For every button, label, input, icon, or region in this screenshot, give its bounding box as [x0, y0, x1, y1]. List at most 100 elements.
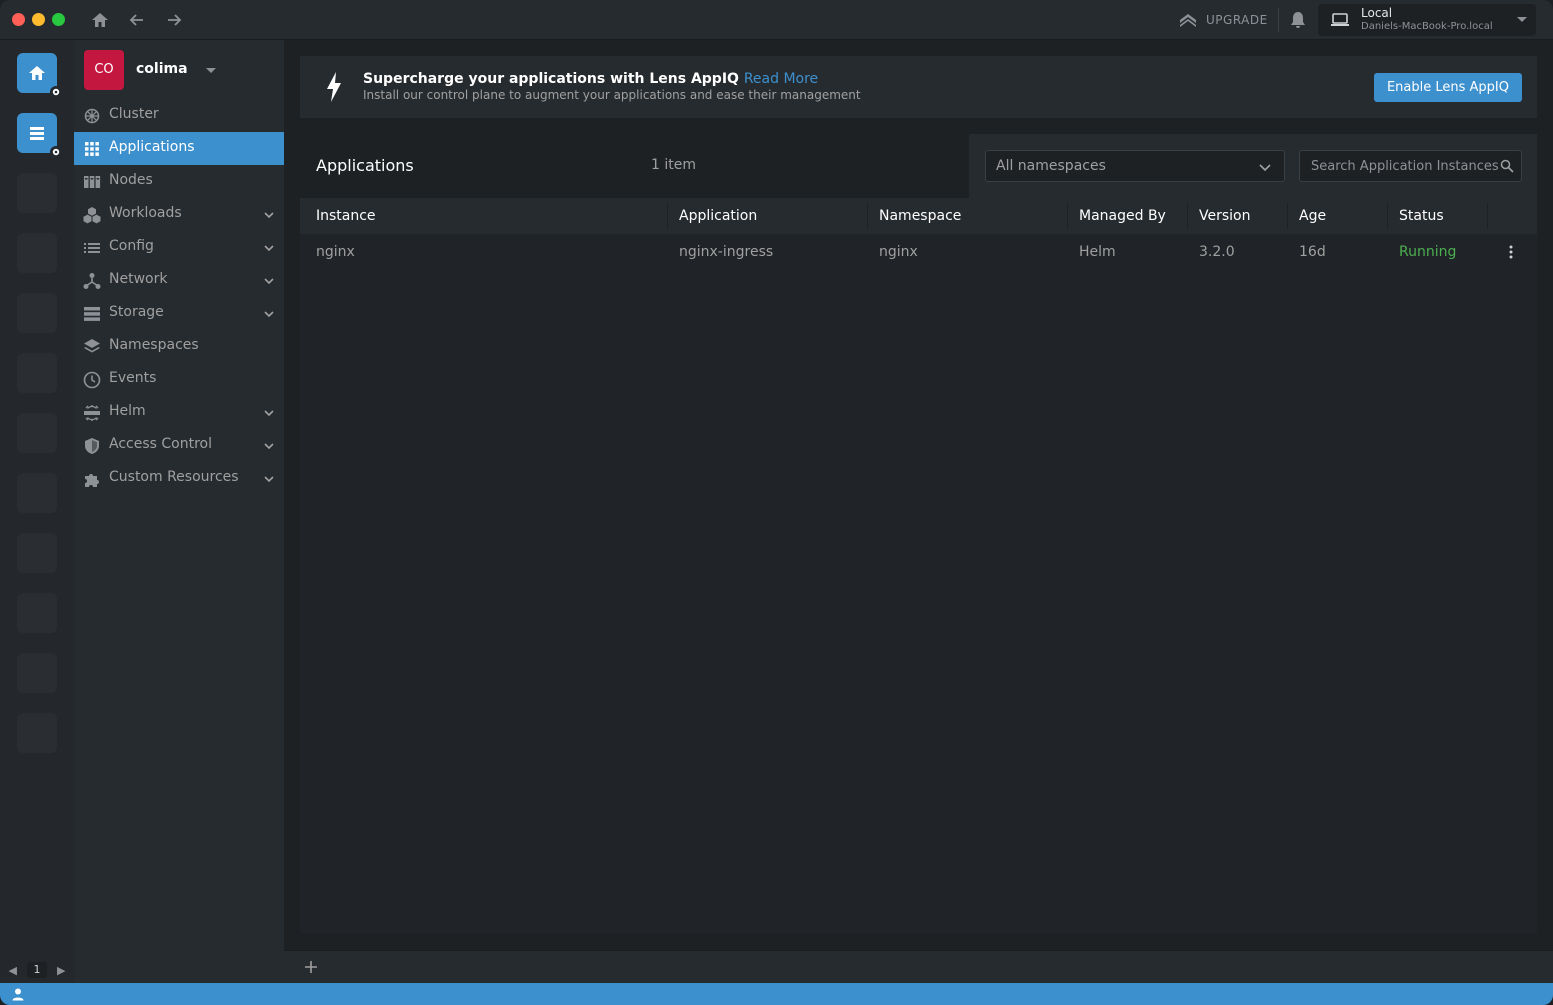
hotbar-empty-slot[interactable]: [17, 353, 57, 393]
hotbar-catalog-button[interactable]: [17, 113, 62, 158]
minimize-window-button[interactable]: [32, 13, 45, 26]
column-divider[interactable]: [1067, 204, 1068, 228]
sidebar-item-nodes[interactable]: Nodes: [74, 165, 284, 198]
panel-header: Applications 1 item All namespaces: [300, 134, 1537, 198]
sidebar-item-workloads[interactable]: Workloads: [74, 198, 284, 231]
sidebar-item-label: Config: [109, 238, 154, 254]
column-divider[interactable]: [1387, 204, 1388, 228]
sidebar-item-custom-resources[interactable]: Custom Resources: [74, 462, 284, 495]
apps-grid-icon: [83, 140, 101, 158]
forward-arrow-icon[interactable]: [164, 10, 184, 30]
sidebar-item-label: Events: [109, 370, 157, 386]
column-header-status[interactable]: Status: [1399, 208, 1444, 224]
banner-subtitle: Install our control plane to augment you…: [363, 88, 861, 102]
user-icon[interactable]: [11, 987, 25, 1001]
sidebar-item-network[interactable]: Network: [74, 264, 284, 297]
puzzle-icon: [83, 470, 101, 488]
chevron-down-icon: [263, 209, 275, 221]
sidebar-item-label: Custom Resources: [109, 469, 239, 485]
column-divider[interactable]: [867, 204, 868, 228]
hotbar-empty-slot[interactable]: [17, 713, 57, 753]
sidebar-item-events[interactable]: Events: [74, 363, 284, 396]
table-row[interactable]: nginx nginx-ingress nginx Helm 3.2.0 16d…: [300, 234, 1537, 270]
hotbar: ◀ 1 ▶: [0, 40, 74, 983]
chevron-down-icon: [263, 440, 275, 452]
column-header-namespace[interactable]: Namespace: [879, 208, 961, 224]
chevron-down-icon: [263, 308, 275, 320]
search-input[interactable]: [1300, 151, 1500, 181]
column-header-instance[interactable]: Instance: [316, 208, 376, 224]
add-tab-plus-icon[interactable]: [302, 958, 320, 976]
workloads-icon: [83, 206, 101, 224]
sidebar-item-label: Nodes: [109, 172, 153, 188]
config-icon: [83, 239, 101, 257]
sidebar-item-cluster[interactable]: Cluster: [74, 99, 284, 132]
hotbar-empty-slot[interactable]: [17, 533, 57, 573]
column-divider[interactable]: [1487, 204, 1488, 228]
sidebar-item-storage[interactable]: Storage: [74, 297, 284, 330]
cluster-switch-name: Local: [1361, 6, 1393, 20]
search-icon[interactable]: [1500, 159, 1514, 173]
title-bar: UPGRADE Local Daniels-MacBook-Pro.local: [0, 0, 1553, 40]
home-icon: [29, 66, 45, 80]
hotbar-empty-slot[interactable]: [17, 293, 57, 333]
cluster-header[interactable]: CO colima: [84, 50, 284, 90]
notification-bell-icon[interactable]: [1288, 10, 1308, 30]
sidebar-item-label: Helm: [109, 403, 146, 419]
column-divider[interactable]: [1187, 204, 1188, 228]
pager-prev-icon[interactable]: ◀: [9, 964, 17, 977]
maximize-window-button[interactable]: [52, 13, 65, 26]
sidebar-item-access-control[interactable]: Access Control: [74, 429, 284, 462]
enable-appiq-button[interactable]: Enable Lens AppIQ: [1374, 73, 1522, 102]
shield-icon: [83, 437, 101, 455]
column-divider[interactable]: [667, 204, 668, 228]
sidebar-item-config[interactable]: Config: [74, 231, 284, 264]
namespace-select[interactable]: All namespaces: [985, 150, 1285, 182]
hotbar-empty-slot[interactable]: [17, 653, 57, 693]
column-header-managed-by[interactable]: Managed By: [1079, 208, 1166, 224]
laptop-icon: [1330, 12, 1350, 28]
sidebar-item-label: Workloads: [109, 205, 182, 221]
column-header-age[interactable]: Age: [1299, 208, 1326, 224]
applications-table: Instance Application Namespace Managed B…: [300, 198, 1537, 934]
read-more-link[interactable]: Read More: [744, 71, 818, 87]
hotbar-empty-slot[interactable]: [17, 233, 57, 273]
cluster-switcher[interactable]: Local Daniels-MacBook-Pro.local: [1318, 4, 1536, 36]
sidebar-item-namespaces[interactable]: Namespaces: [74, 330, 284, 363]
hotbar-empty-slot[interactable]: [17, 473, 57, 513]
kebab-menu-icon[interactable]: [1504, 244, 1518, 260]
column-divider[interactable]: [1287, 204, 1288, 228]
cell-namespace: nginx: [879, 244, 918, 260]
hotbar-empty-slot[interactable]: [17, 173, 57, 213]
sidebar-item-applications[interactable]: Applications: [74, 132, 284, 165]
cell-managed-by: Helm: [1079, 244, 1116, 260]
pager-next-icon[interactable]: ▶: [57, 964, 65, 977]
hotbar-empty-slot[interactable]: [17, 593, 57, 633]
chevron-down-icon: [263, 473, 275, 485]
caret-down-icon: [1517, 17, 1527, 22]
settings-gear-icon: [50, 86, 62, 98]
item-count: 1 item: [651, 157, 696, 173]
cell-status: Running: [1399, 244, 1457, 260]
nodes-icon: [83, 173, 101, 191]
close-window-button[interactable]: [12, 13, 25, 26]
cell-version: 3.2.0: [1199, 244, 1235, 260]
back-arrow-icon[interactable]: [127, 10, 147, 30]
sidebar-item-helm[interactable]: Helm: [74, 396, 284, 429]
hotbar-pager: ◀ 1 ▶: [0, 960, 74, 980]
column-header-application[interactable]: Application: [679, 208, 757, 224]
appiq-banner: Supercharge your applications with Lens …: [300, 56, 1537, 118]
namespace-select-value: All namespaces: [996, 158, 1106, 174]
hotbar-home-button[interactable]: [17, 53, 62, 98]
list-icon: [30, 127, 44, 140]
upgrade-button[interactable]: UPGRADE: [1178, 10, 1268, 30]
settings-gear-icon: [50, 146, 62, 158]
sidebar-item-label: Access Control: [109, 436, 212, 452]
main-content: Supercharge your applications with Lens …: [284, 40, 1553, 950]
sidebar-item-label: Storage: [109, 304, 164, 320]
hotbar-empty-slot[interactable]: [17, 413, 57, 453]
titlebar-divider: [1278, 8, 1279, 32]
home-icon[interactable]: [90, 10, 110, 30]
column-header-version[interactable]: Version: [1199, 208, 1250, 224]
cell-application: nginx-ingress: [679, 244, 774, 260]
